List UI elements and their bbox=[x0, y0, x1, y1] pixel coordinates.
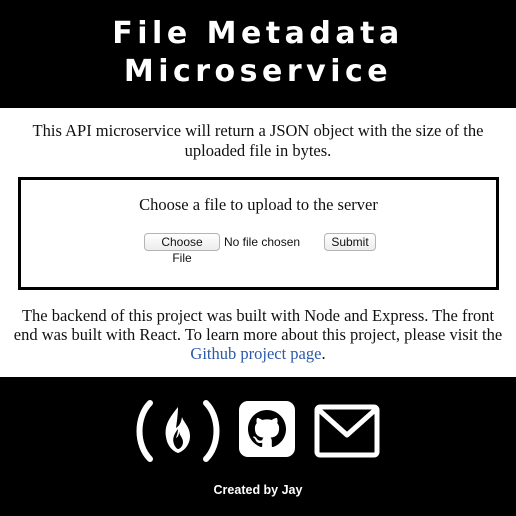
about-text: The backend of this project was built wi… bbox=[12, 306, 504, 363]
page-footer: Created by Jay bbox=[0, 377, 516, 516]
github-project-link[interactable]: Github project page bbox=[190, 344, 321, 363]
upload-prompt: Choose a file to upload to the server bbox=[139, 195, 378, 214]
credit-text: Created by Jay bbox=[213, 483, 303, 497]
upload-form: Choose a file to upload to the server Ch… bbox=[18, 177, 499, 290]
page-header: File Metadata Microservice bbox=[0, 0, 516, 108]
about-text-end: . bbox=[321, 344, 326, 363]
submit-button[interactable]: Submit bbox=[324, 233, 376, 251]
page-title-line-2: Microservice bbox=[123, 54, 393, 89]
mail-icon[interactable] bbox=[314, 404, 380, 458]
file-status-text: No file chosen bbox=[224, 235, 301, 249]
intro-text: This API microservice will return a JSON… bbox=[32, 121, 484, 160]
about-text-body: The backend of this project was built wi… bbox=[13, 306, 503, 344]
choose-file-button[interactable]: Choose File bbox=[144, 233, 220, 265]
freecodecamp-icon[interactable] bbox=[134, 399, 222, 463]
github-icon[interactable] bbox=[239, 401, 295, 457]
page-title-line-1: File Metadata bbox=[112, 16, 404, 51]
